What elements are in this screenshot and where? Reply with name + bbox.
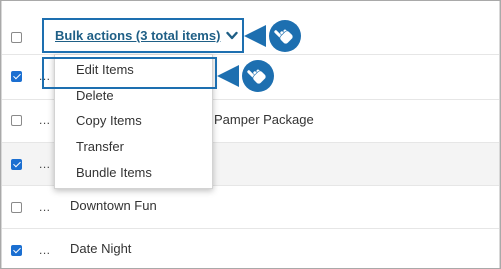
row-checkbox[interactable] [11,115,22,126]
table-row[interactable]: ... Date Night [2,229,499,268]
item-name: Date Night [70,241,132,256]
row-checkbox[interactable] [11,71,22,82]
row-menu-button[interactable]: ... [39,200,51,214]
table-row[interactable]: ... Downtown Fun [2,186,499,229]
hand-pointer-badge-icon [217,60,274,92]
bulk-actions-panel: Bulk actions (3 total items) ... ... Pam… [0,0,501,269]
hand-pointer-badge-icon [244,20,301,52]
row-checkbox[interactable] [11,159,22,170]
menu-item-transfer[interactable]: Transfer [76,139,124,154]
select-all-checkbox[interactable] [11,32,22,43]
row-menu-button[interactable]: ... [39,113,51,127]
row-checkbox[interactable] [11,245,22,256]
item-name: Pamper Package [214,112,314,127]
menu-item-bundle-items[interactable]: Bundle Items [76,165,152,180]
menu-item-copy-items[interactable]: Copy Items [76,113,142,128]
menu-item-delete[interactable]: Delete [76,88,114,103]
row-menu-button[interactable]: ... [39,157,51,171]
row-menu-button[interactable]: ... [39,243,51,257]
bulk-actions-highlight [42,18,244,53]
row-checkbox[interactable] [11,202,22,213]
item-name: Downtown Fun [70,198,157,213]
edit-items-highlight [42,57,217,89]
